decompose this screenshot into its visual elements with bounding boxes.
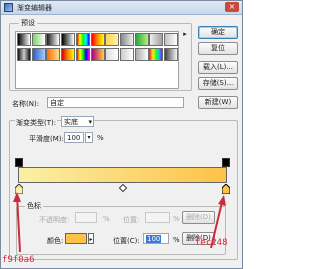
annotation-arrow-left bbox=[16, 194, 21, 253]
annotation-arrowhead-right-icon bbox=[218, 195, 226, 206]
annotation-arrows bbox=[13, 192, 226, 253]
annotation-left: f9f0a6 bbox=[2, 255, 35, 265]
annotation-right: fec248 bbox=[195, 238, 228, 248]
annotation-arrowhead-left-icon bbox=[13, 192, 21, 202]
